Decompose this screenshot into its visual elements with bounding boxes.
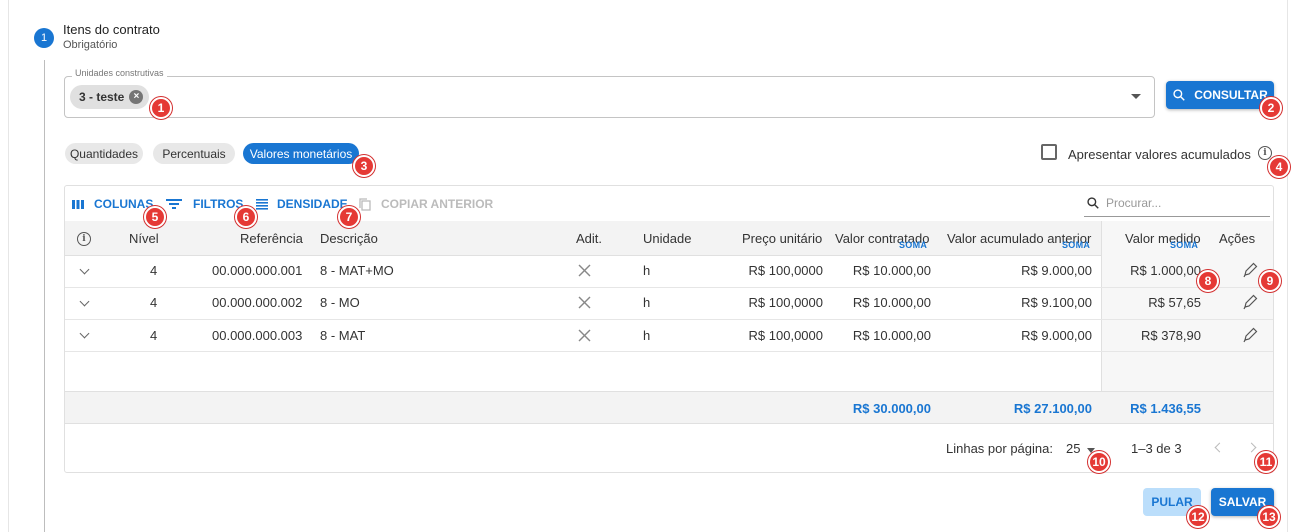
soma-acumulado: SOMA [1062,240,1091,250]
rows-per-page-select[interactable]: 25 [1066,441,1080,456]
col-nivel[interactable]: Nível [129,231,159,246]
accumulated-checkbox[interactable] [1041,144,1057,160]
pagination-range: 1–3 de 3 [1131,441,1182,456]
col-descricao[interactable]: Descrição [320,231,378,246]
unit-chip: 3 - teste × [70,85,150,109]
total-medido: R$ 1.436,55 [1130,401,1201,416]
copy-previous-label: COPIAR ANTERIOR [381,197,494,211]
consult-button[interactable]: CONSULTAR [1166,81,1274,109]
annotation-badge: 7 [338,206,360,228]
col-acoes: Ações [1219,231,1256,246]
filter-icon [166,199,182,209]
cell-medido[interactable]: R$ 1.000,00 [1101,263,1201,278]
chip-remove-icon[interactable]: × [129,90,144,104]
filters-button-label: FILTROS [193,197,244,211]
unit-chip-label: 3 - teste [79,90,125,104]
search-input[interactable]: Procurar... [1084,191,1270,217]
annotation-badge: 1 [150,97,172,119]
col-adit[interactable]: Adit. [576,231,602,246]
consult-button-label: CONSULTAR [1194,88,1268,102]
close-icon [578,329,591,342]
search-icon [1173,89,1185,101]
annotation-badge: 3 [353,155,375,177]
rows-per-page-label: Linhas por página: [946,441,1053,456]
cell-descricao: 8 - MAT+MO [320,263,394,278]
soma-medido: SOMA [1170,240,1199,250]
cell-preco: R$ 100,0000 [748,263,823,278]
columns-button[interactable]: COLUNAS [71,197,153,211]
cell-referencia: 00.000.000.001 [212,263,303,278]
cell-acumulado: R$ 9.100,00 [1021,295,1092,310]
units-select[interactable] [64,76,1155,118]
toggle-valores-monetarios[interactable]: Valores monetários [243,143,359,164]
cell-preco: R$ 100,0000 [748,295,823,310]
density-button-label: DENSIDADE [277,197,348,211]
annotation-badge: 10 [1088,451,1110,473]
step-subtitle: Obrigatório [63,39,118,51]
col-referencia[interactable]: Referência [240,231,303,246]
dropdown-arrow-icon[interactable] [1131,94,1141,99]
edit-icon[interactable] [1242,262,1258,278]
close-icon [578,296,591,309]
step-title: Itens do contrato [63,22,160,37]
cell-unidade: h [643,295,651,310]
accumulated-checkbox-label: Apresentar valores acumulados [1068,147,1251,162]
cell-acumulado: R$ 9.000,00 [1021,263,1092,278]
step-number: 1 [34,28,54,48]
annotation-badge: 11 [1255,451,1277,473]
cell-unidade: h [643,263,651,278]
units-select-label: Unidades construtivas [72,68,167,78]
annotation-badge: 4 [1268,156,1290,178]
search-placeholder: Procurar... [1106,196,1162,210]
annotation-badge: 13 [1258,506,1280,528]
cell-acumulado: R$ 9.000,00 [1021,328,1092,343]
info-icon[interactable]: i [1258,146,1272,160]
cell-unidade: h [643,328,651,343]
total-acumulado: R$ 27.100,00 [1013,401,1092,416]
cell-nivel: 4 [150,328,158,343]
rows-per-page-value: 25 [1066,441,1081,456]
cell-contratado: R$ 10.000,00 [852,295,931,310]
close-icon [578,264,591,277]
col-unidade[interactable]: Unidade [643,231,691,246]
cell-medido[interactable]: R$ 378,90 [1101,328,1201,343]
cell-nivel: 4 [150,295,158,310]
total-contratado: R$ 30.000,00 [852,401,931,416]
columns-icon [72,200,84,209]
cell-medido[interactable]: R$ 57,65 [1101,295,1201,310]
header-info-icon[interactable]: i [77,232,91,246]
annotation-badge: 12 [1187,506,1209,528]
toggle-percentuais[interactable]: Percentuais [153,143,235,164]
cell-referencia: 00.000.000.002 [212,295,303,310]
columns-button-label: COLUNAS [94,197,154,211]
density-button[interactable]: DENSIDADE [256,197,348,211]
search-icon [1087,197,1099,209]
toggle-quantidades[interactable]: Quantidades [65,143,143,164]
filters-button[interactable]: FILTROS [166,197,243,211]
copy-previous-button[interactable]: COPIAR ANTERIOR [359,197,493,211]
annotation-badge: 5 [144,206,166,228]
col-preco[interactable]: Preço unitário [742,231,822,246]
cell-descricao: 8 - MAT [320,328,366,343]
cell-contratado: R$ 10.000,00 [852,263,931,278]
edit-icon[interactable] [1242,294,1258,310]
copy-icon [359,197,371,211]
cell-nivel: 4 [150,263,158,278]
annotation-badge: 6 [235,206,257,228]
density-icon [256,199,268,210]
step-connector [44,60,45,532]
cell-preco: R$ 100,0000 [748,328,823,343]
annotation-badge: 9 [1259,270,1281,292]
cell-referencia: 00.000.000.003 [212,328,303,343]
cell-contratado: R$ 10.000,00 [852,328,931,343]
annotation-badge: 8 [1197,270,1219,292]
soma-contratado: SOMA [899,240,928,250]
cell-descricao: 8 - MO [320,295,360,310]
edit-icon[interactable] [1242,327,1258,343]
annotation-badge: 2 [1260,97,1282,119]
